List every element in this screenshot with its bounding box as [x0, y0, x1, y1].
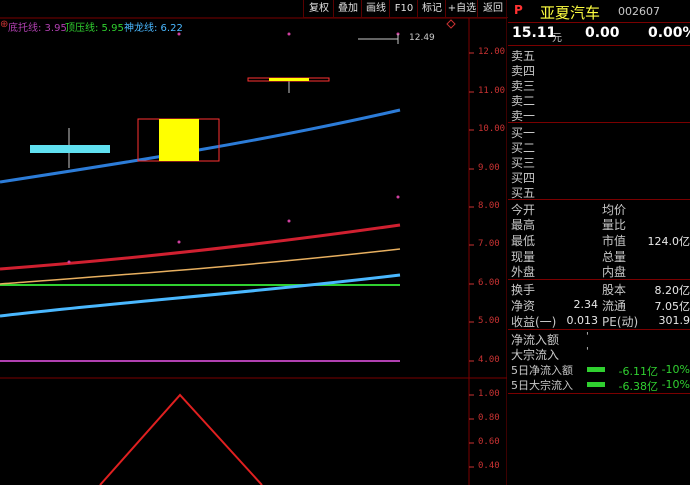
float-value: 7.05亿	[654, 300, 690, 313]
sub-axis-label: 0.40	[478, 461, 500, 471]
net5-pct: -10%	[661, 363, 690, 376]
draw-line-button[interactable]: 画线	[361, 0, 390, 18]
capital-value: 8.20亿	[654, 284, 690, 297]
kline-chart[interactable]	[0, 0, 507, 485]
fuquan-button[interactable]: 复权	[303, 0, 334, 18]
net5-value: -6.11亿	[618, 365, 658, 378]
axis-label: 9.00	[478, 163, 500, 173]
stock-code: 002607	[618, 5, 660, 18]
block5-pct: -10%	[661, 378, 690, 391]
current-price: 15.11	[512, 25, 557, 41]
back-button[interactable]: 返回	[477, 0, 508, 18]
net5-bar	[587, 367, 605, 372]
quote-panel: P 亚夏汽车 002607 15.11 元 0.00 0.00% 卖五 卖四 卖…	[508, 0, 690, 485]
block5-bar	[587, 382, 605, 387]
mktcap-label: 市值	[602, 234, 627, 248]
price-change: 0.00	[585, 25, 620, 41]
low-label: 最低	[511, 234, 536, 248]
axis-label: 11.00	[478, 86, 506, 96]
divider	[508, 122, 690, 123]
net-inflow-value: '	[586, 331, 589, 342]
vol-ratio-label: 量比	[602, 218, 627, 232]
price-change-pct: 0.00%	[648, 25, 690, 41]
f10-button[interactable]: F10	[389, 0, 418, 18]
legend-dragon-line: 神龙线: 6.22	[124, 23, 183, 34]
axis-label: 7.00	[478, 239, 500, 249]
turnover-label: 换手	[511, 283, 536, 297]
legend-top-line: 顶压线: 5.95	[65, 23, 124, 34]
nav-value: 2.34	[573, 298, 599, 311]
eps-label: 收益(一)	[511, 315, 557, 329]
p-flag: P	[514, 3, 523, 17]
block-inflow-label: 大宗流入	[511, 348, 560, 362]
divider	[508, 393, 690, 394]
ma-red-line	[0, 223, 401, 271]
divider	[508, 22, 690, 23]
add-watchlist-button[interactable]: +自选	[445, 0, 478, 18]
axis-label: 4.00	[478, 355, 500, 365]
divider	[508, 279, 690, 280]
pe-label: PE(动)	[602, 315, 639, 329]
legend-bottom-line: 底托线: 3.95	[8, 23, 67, 34]
net5-label: 5日净流入额	[511, 364, 573, 377]
block5-label: 5日大宗流入	[511, 379, 573, 392]
max-price-label: 12.49	[409, 33, 435, 43]
sub-axis-label: 0.80	[478, 413, 500, 423]
sub-axis-label: 1.00	[478, 389, 500, 399]
axis-label: 8.00	[478, 201, 500, 211]
price-unit: 元	[552, 33, 562, 44]
axis-label: 10.00	[478, 124, 506, 134]
stock-name[interactable]: 亚夏汽车	[540, 2, 600, 23]
block5-value: -6.38亿	[618, 380, 658, 393]
sub-axis-label: 0.60	[478, 437, 500, 447]
axis-label: 5.00	[478, 316, 500, 326]
sub-indicator-line	[99, 393, 263, 485]
pe-value: 301.9	[658, 314, 690, 327]
divider	[508, 329, 690, 330]
mktcap-value: 124.0亿	[647, 235, 690, 248]
high-label: 最高	[511, 218, 536, 232]
eps-value: 0.013	[566, 314, 599, 327]
block-inflow-value: '	[586, 346, 589, 357]
candle-2[interactable]	[137, 118, 220, 162]
divider	[508, 45, 690, 46]
ma-orange-line	[0, 248, 401, 285]
nav-label: 净资	[511, 299, 536, 313]
overlay-button[interactable]: 叠加	[333, 0, 362, 18]
outer-label: 外盘	[511, 265, 536, 279]
axis-label: 12.00	[478, 47, 506, 57]
mark-button[interactable]: 标记	[417, 0, 446, 18]
capital-label: 股本	[602, 283, 627, 297]
inner-label: 内盘	[602, 265, 627, 279]
dragon-line	[0, 273, 401, 318]
divider	[508, 199, 690, 200]
candle-3[interactable]	[247, 77, 330, 93]
float-label: 流通	[602, 299, 627, 313]
candle-1[interactable]	[30, 128, 110, 168]
axis-label: 6.00	[478, 278, 500, 288]
